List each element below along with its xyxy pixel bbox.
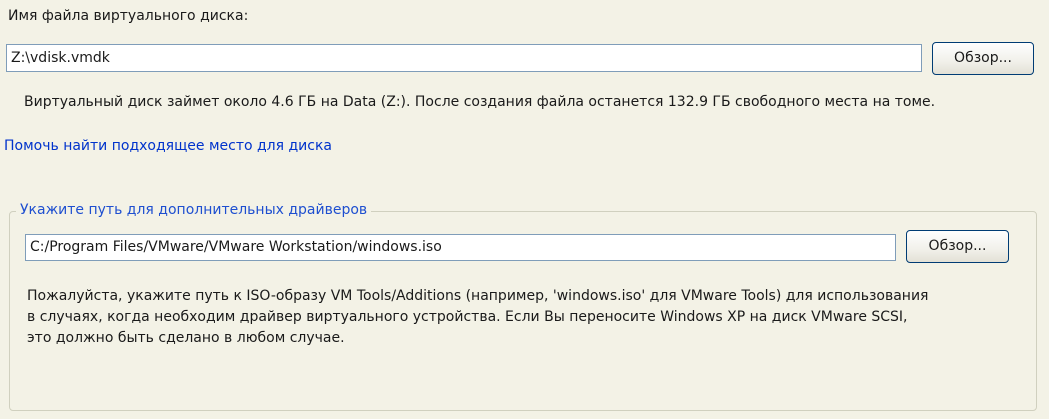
browse-drivers-button[interactable]: Обзор... xyxy=(906,230,1009,263)
drivers-group-title: Укажите путь для дополнительных драйверо… xyxy=(16,202,372,218)
find-location-link[interactable]: Помочь найти подходящее место для диска xyxy=(4,138,332,154)
drivers-description-line: в случаях, когда необходим драйвер вирту… xyxy=(27,309,908,325)
drivers-description-line: Пожалуйста, укажите путь к ISO-образу VM… xyxy=(27,288,929,304)
vdisk-filename-label: Имя файла виртуального диска: xyxy=(8,8,249,24)
drivers-description: Пожалуйста, укажите путь к ISO-образу VM… xyxy=(27,286,1039,349)
disk-space-info: Виртуальный диск займет около 4.6 ГБ на … xyxy=(24,94,936,110)
vdisk-filename-input[interactable]: Z:\vdisk.vmdk xyxy=(6,44,922,72)
drivers-path-input[interactable]: C:/Program Files/VMware/VMware Workstati… xyxy=(25,234,896,261)
drivers-description-line: это должно быть сделано в любом случае. xyxy=(27,330,345,346)
browse-vdisk-button[interactable]: Обзор... xyxy=(932,42,1034,75)
